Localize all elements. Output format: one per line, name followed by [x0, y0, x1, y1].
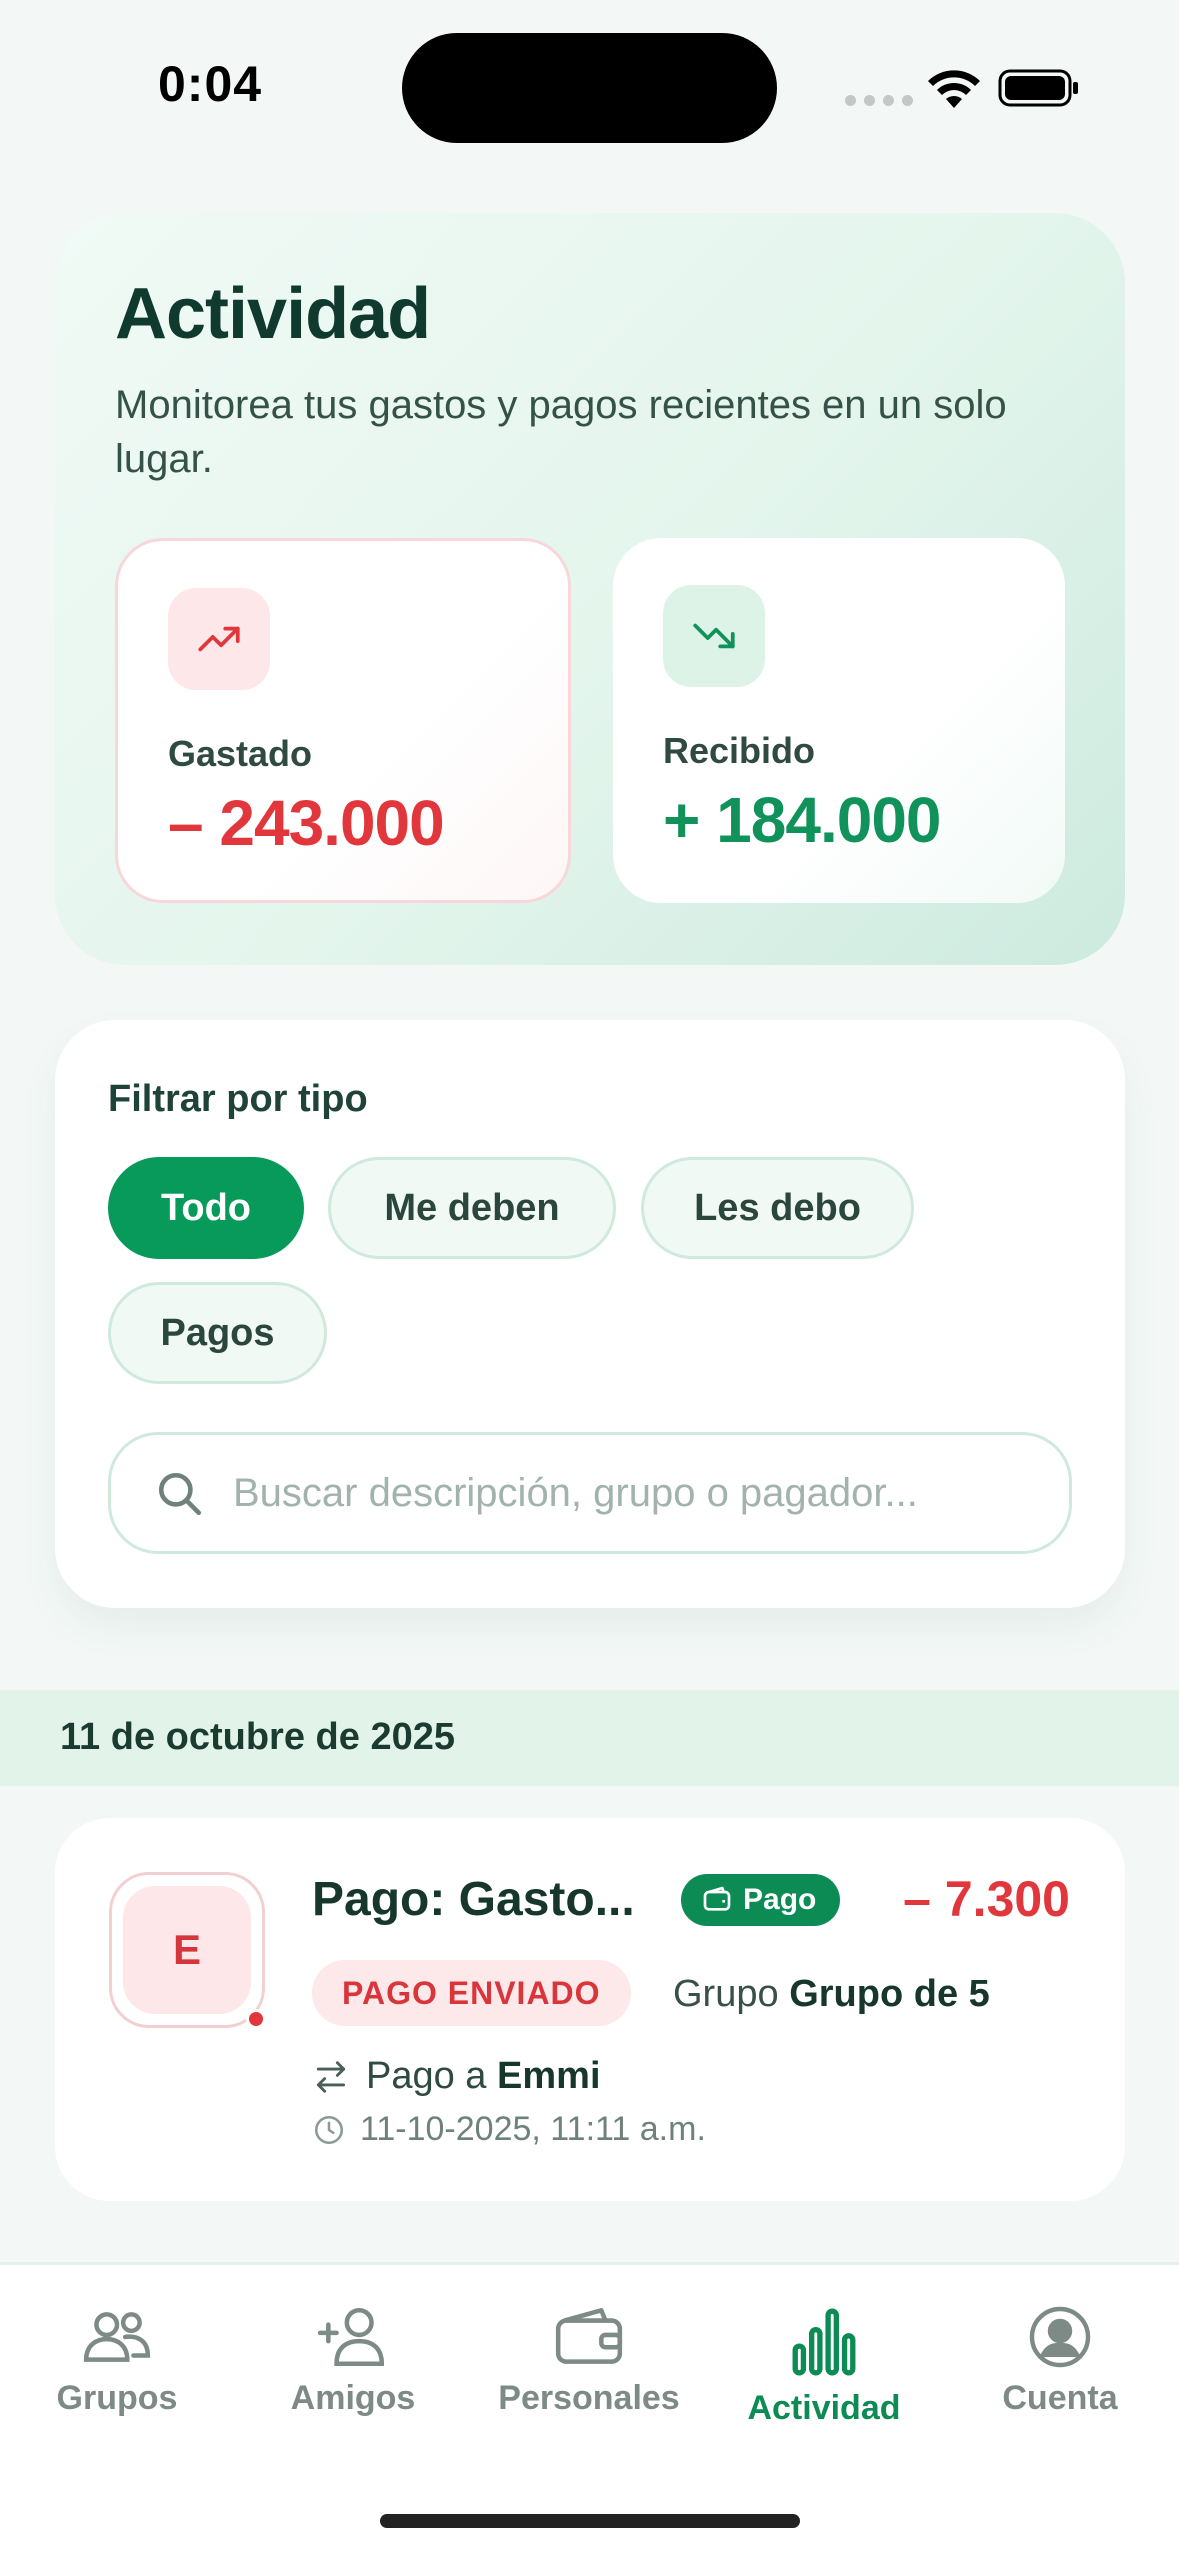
tab-label-amigos: Amigos — [290, 2379, 416, 2417]
spent-label: Gastado — [168, 733, 313, 774]
home-indicator[interactable] — [380, 2514, 800, 2528]
search-icon — [158, 1472, 202, 1516]
avatar: E — [109, 1872, 266, 2029]
tab-amigos[interactable]: Amigos — [253, 2305, 453, 2418]
users-icon — [83, 2312, 151, 2362]
payee-prefix: Pago a — [366, 2055, 487, 2097]
filter-chip-me-deben[interactable]: Me deben — [328, 1157, 616, 1259]
received-label: Recibido — [663, 730, 816, 771]
date-section-header: 11 de octubre de 2025 — [0, 1690, 1179, 1786]
tab-label-actividad: Actividad — [747, 2389, 901, 2427]
transfer-icon — [316, 2060, 346, 2093]
clock-icon — [314, 2115, 344, 2144]
dynamic-island — [402, 33, 777, 143]
wallet-icon — [703, 1886, 731, 1911]
filter-card: Filtrar por tipo Todo Me deben Les debo … — [55, 1020, 1125, 1608]
add-user-icon — [317, 2308, 385, 2366]
cellular-signal-icon — [845, 95, 913, 106]
filter-chip-pagos[interactable]: Pagos — [108, 1282, 327, 1384]
received-value: + 184.000 — [663, 784, 941, 856]
tab-actividad[interactable]: Actividad — [724, 2305, 924, 2428]
activity-title: Pago: Gasto... — [312, 1873, 635, 1926]
received-stat-card: Recibido + 184.000 — [613, 538, 1065, 903]
timestamp: 11-10-2025, 11:11 a.m. — [360, 2110, 706, 2148]
status-bar: 0:04 — [0, 0, 1179, 175]
tab-grupos[interactable]: Grupos — [17, 2305, 217, 2418]
account-icon — [1029, 2306, 1091, 2368]
tab-cuenta[interactable]: Cuenta — [960, 2305, 1160, 2418]
tab-personales[interactable]: Personales — [489, 2305, 689, 2418]
tab-label-personales: Personales — [498, 2379, 680, 2417]
bar-chart-icon — [792, 2308, 856, 2376]
spent-stat-card: Gastado – 243.000 — [115, 538, 571, 903]
group-name: Grupo de 5 — [789, 1973, 990, 2015]
tab-label-cuenta: Cuenta — [1002, 2379, 1118, 2417]
page-subtitle: Monitorea tus gastos y pagos recientes e… — [115, 383, 1007, 481]
search-input[interactable] — [233, 1435, 1053, 1551]
status-badge: PAGO ENVIADO — [312, 1960, 631, 2026]
wifi-icon — [928, 70, 980, 108]
payee-name: Emmi — [497, 2055, 601, 2097]
group-prefix: Grupo — [673, 1973, 779, 2015]
trending-down-icon — [663, 585, 765, 687]
tab-label-grupos: Grupos — [56, 2379, 178, 2417]
search-box[interactable] — [108, 1432, 1072, 1554]
group-info: Grupo Grupo de 5 — [673, 1973, 990, 2016]
activity-list-item[interactable]: E Pago: Gasto... Pago – 7.300 PAGO ENVIA… — [55, 1818, 1125, 2201]
filter-chip-todo[interactable]: Todo — [108, 1157, 304, 1259]
filter-label: Filtrar por tipo — [108, 1078, 368, 1120]
timestamp-row: 11-10-2025, 11:11 a.m. — [312, 2110, 706, 2149]
battery-icon — [998, 69, 1078, 107]
status-dot-icon — [246, 2009, 266, 2029]
tab-bar: Grupos Amigos Personales Actividad Cuent… — [0, 2262, 1179, 2556]
payee-row: Pago a Emmi — [312, 2055, 601, 2098]
date-label: 11 de octubre de 2025 — [60, 1716, 455, 1758]
spent-value: – 243.000 — [168, 787, 445, 859]
type-badge: Pago — [681, 1874, 841, 1926]
activity-summary-card: Actividad Monitorea tus gastos y pagos r… — [55, 213, 1125, 965]
status-time: 0:04 — [158, 56, 263, 112]
page-title: Actividad — [115, 274, 431, 354]
type-badge-label: Pago — [743, 1883, 817, 1916]
trending-up-icon — [168, 588, 270, 690]
wallet-icon — [555, 2308, 623, 2364]
filter-chip-les-debo[interactable]: Les debo — [641, 1157, 914, 1259]
activity-amount: – 7.300 — [903, 1871, 1070, 1927]
avatar-letter: E — [123, 1886, 251, 2014]
